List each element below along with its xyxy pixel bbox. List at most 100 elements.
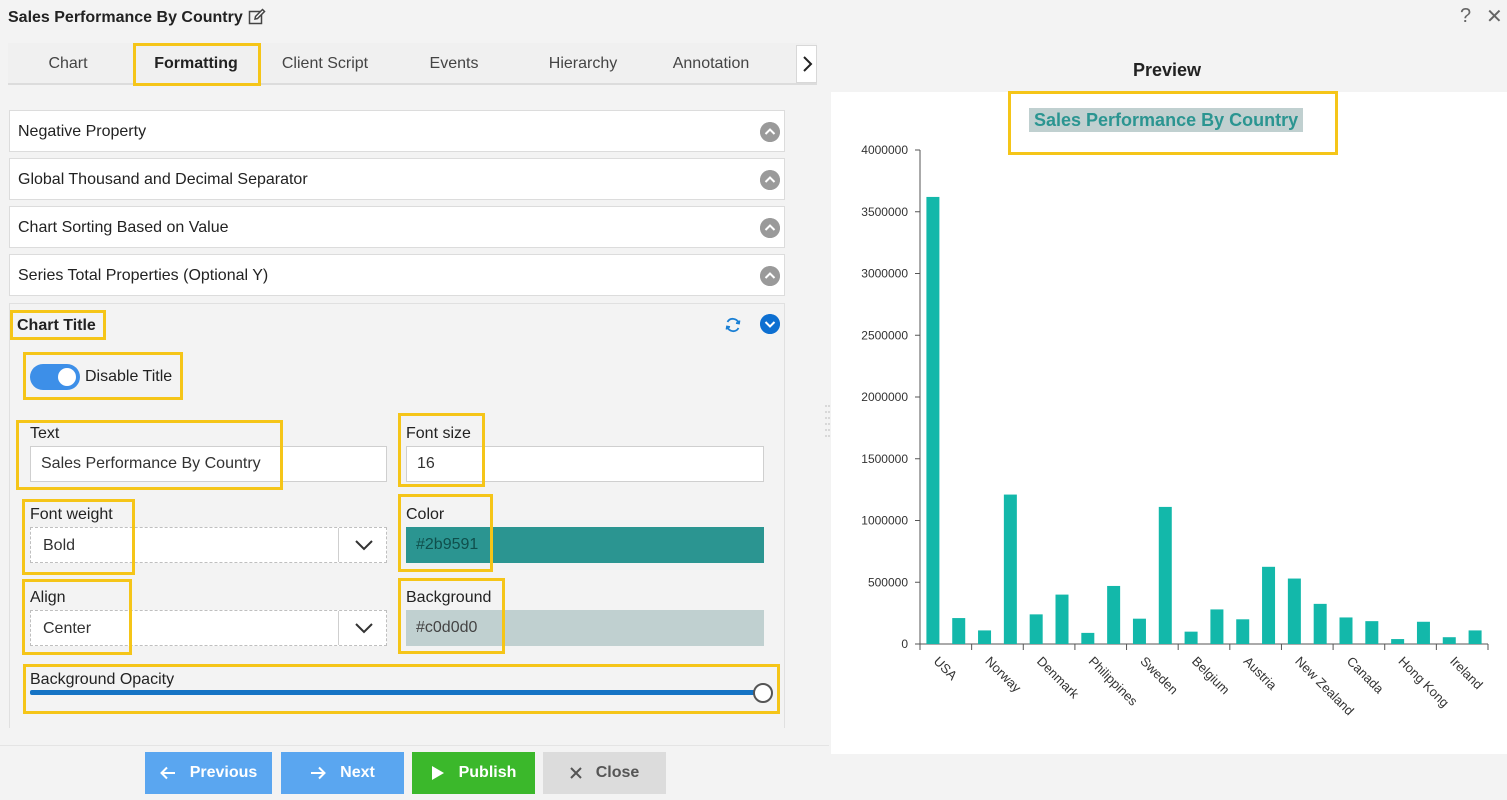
bar [1236,619,1250,644]
publish-label: Publish [458,764,517,781]
x-tick-label: Ireland [1447,654,1486,693]
accordion-chart-sorting[interactable]: Chart Sorting Based on Value [9,206,785,248]
chevron-up-icon[interactable] [760,266,780,286]
chevron-up-icon[interactable] [760,170,780,190]
font-size-label: Font size [406,425,471,442]
tabs-scroll-right-button[interactable] [796,45,817,83]
chevron-up-icon[interactable] [760,122,780,142]
chevron-down-icon [355,540,373,551]
disable-title-label: Disable Title [85,368,173,385]
background-label: Background [406,589,492,606]
accordion-label: Negative Property [18,123,147,140]
next-label: Next [340,764,375,781]
opacity-slider-thumb[interactable] [753,683,773,703]
tab-hierarchy[interactable]: Hierarchy [520,43,646,85]
refresh-icon[interactable] [724,316,742,334]
bar [1468,630,1482,644]
resize-handle[interactable] [825,404,830,442]
font-weight-select[interactable]: Bold [30,527,387,563]
chart-title-panel [9,303,785,728]
bar [1391,639,1405,644]
bar [1029,614,1043,644]
bar [1055,594,1069,644]
accordion-label: Series Total Properties (Optional Y) [18,267,269,284]
bar [1262,566,1276,644]
tab-annotation[interactable]: Annotation [650,43,772,85]
y-tick-label: 4000000 [861,143,908,157]
tab-events[interactable]: Events [392,43,516,85]
arrow-right-icon [311,766,327,780]
close-icon[interactable]: ✕ [1486,4,1503,29]
bar [978,630,992,644]
x-tick-label: Philippines [1086,654,1141,709]
help-icon[interactable]: ? [1460,5,1471,28]
tab-formatting[interactable]: Formatting [134,43,258,85]
chevron-down-icon[interactable] [760,314,780,334]
chevron-up-icon[interactable] [760,218,780,238]
text-label: Text [30,425,60,442]
bar [1184,631,1198,644]
bar [1442,637,1456,644]
chart-title-heading[interactable]: Chart Title [17,317,96,335]
bar [1210,609,1224,644]
bar [1081,632,1095,644]
tab-client-script[interactable]: Client Script [264,43,386,85]
x-tick-label: Denmark [1034,654,1082,702]
y-tick-label: 3500000 [861,205,908,219]
font-weight-value: Bold [43,537,76,554]
align-label: Align [30,589,66,606]
tab-bar: Chart Formatting Client Script Events Hi… [8,43,817,85]
y-tick-label: 500000 [868,575,908,589]
close-label: Close [595,764,640,781]
bar [1416,621,1430,644]
bar [1107,585,1121,644]
bar [1287,578,1301,644]
bar [926,196,940,644]
color-input[interactable]: #2b9591 [406,527,764,563]
opacity-slider-track[interactable] [30,690,764,695]
font-weight-label: Font weight [30,506,113,523]
bar [1003,494,1017,644]
previous-label: Previous [189,764,258,781]
align-select[interactable]: Center [30,610,387,646]
preview-header: Preview [831,44,1507,92]
accordion-label: Global Thousand and Decimal Separator [18,171,308,188]
disable-title-toggle[interactable] [30,364,80,390]
y-tick-label: 1000000 [861,514,908,528]
accordion-negative-property[interactable]: Negative Property [9,110,785,152]
bar [1365,621,1379,644]
x-tick-label: USA [931,654,961,684]
font-size-input[interactable]: 16 [406,446,764,482]
x-tick-label: Norway [982,654,1024,696]
bar [1132,618,1146,644]
preview-heading: Preview [1132,60,1202,80]
close-icon [569,767,582,779]
x-tick-label: Sweden [1137,654,1181,698]
accordion-series-total[interactable]: Series Total Properties (Optional Y) [9,254,785,296]
bar [952,618,966,644]
tab-chart[interactable]: Chart [8,43,128,85]
align-value: Center [43,620,92,637]
y-tick-label: 1500000 [861,452,908,466]
x-tick-label: Hong Kong [1396,654,1453,711]
y-tick-label: 2500000 [861,328,908,342]
background-input[interactable]: #c0d0d0 [406,610,764,646]
play-icon [431,766,444,780]
bar [1339,617,1353,644]
x-tick-label: Austria [1241,654,1281,694]
close-button[interactable]: Close [543,752,666,794]
title-bar: Sales Performance By Country ? ✕ [0,0,1507,36]
bar-chart: 0 500000 1000000 1500000 2000000 2500000 30000… [861,143,1489,718]
background-opacity-label: Background Opacity [30,671,175,688]
arrow-left-icon [159,766,175,780]
toggle-knob [58,368,76,386]
bar [1158,506,1172,644]
accordion-thousand-decimal-separator[interactable]: Global Thousand and Decimal Separator [9,158,785,200]
edit-icon[interactable] [248,8,266,26]
page-title: Sales Performance By Country [8,9,243,26]
publish-button[interactable]: Publish [412,752,535,794]
previous-button[interactable]: Previous [145,752,272,794]
next-button[interactable]: Next [281,752,404,794]
accordion-label: Chart Sorting Based on Value [18,219,229,236]
title-text-input[interactable]: Sales Performance By Country [30,446,387,482]
